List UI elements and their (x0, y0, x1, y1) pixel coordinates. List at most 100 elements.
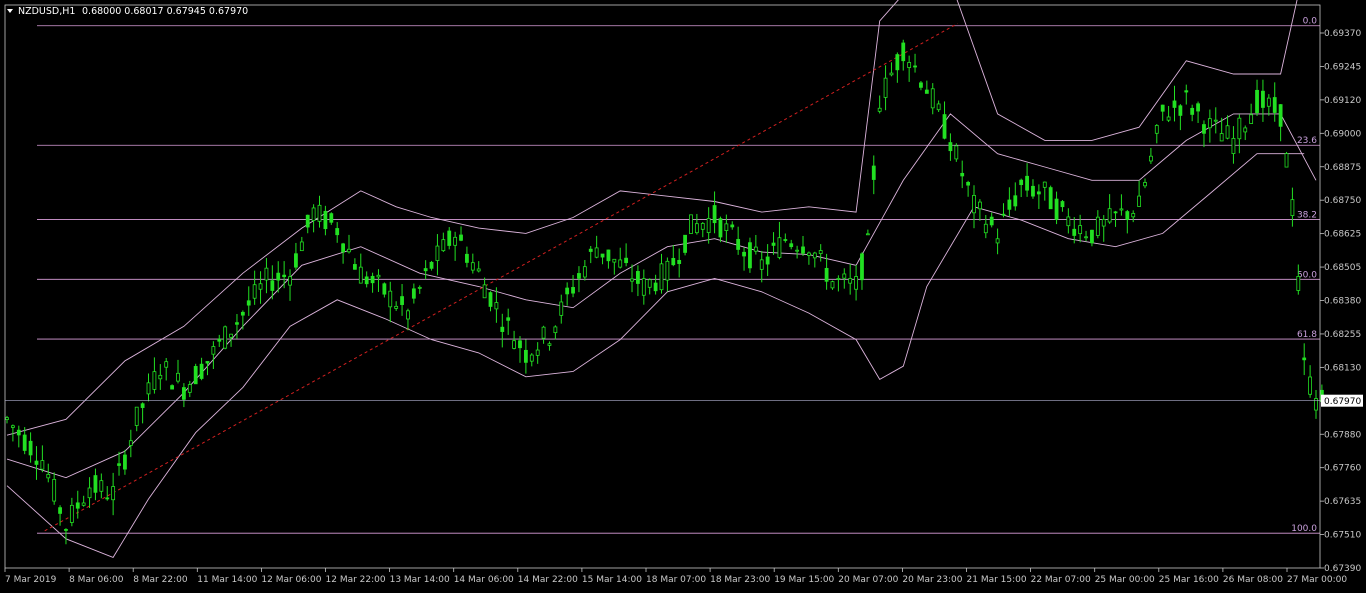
candle-body (146, 382, 151, 395)
current-price-tag: 0.67970 (5, 394, 1363, 407)
candle-body (193, 366, 198, 385)
candle-body (1296, 276, 1301, 291)
candle-body (1261, 90, 1265, 108)
candle-body (1166, 116, 1171, 121)
candle-body (706, 218, 711, 234)
candle-body (1149, 155, 1153, 162)
candle-body (694, 223, 699, 234)
x-tick-label: 22 Mar 07:00 (1031, 575, 1091, 585)
y-tick-label: 0.67880 (1324, 430, 1361, 440)
candle-body (983, 223, 988, 234)
candle-body (541, 326, 546, 339)
y-tick-label: 0.68625 (1324, 230, 1361, 240)
candle-body (807, 252, 811, 256)
chart-area[interactable]: 0.0 23.6 38.2 50.0 61.8 100.0 0.69370 0.69245 0… (0, 0, 1366, 593)
x-tick-label: 12 Mar 22:00 (326, 575, 386, 585)
x-tick-label: 14 Mar 06:00 (454, 575, 514, 585)
candle-body (411, 288, 416, 299)
x-tick-label: 14 Mar 22:00 (518, 575, 578, 585)
candle-body (1184, 90, 1189, 93)
candle-body (1007, 199, 1012, 210)
candle-body (211, 346, 216, 355)
candle-body (559, 301, 564, 316)
candle-body (565, 287, 570, 295)
x-tick-label: 25 Mar 00:00 (1095, 575, 1155, 585)
y-tick-label: 0.68875 (1324, 163, 1361, 173)
y-tick-label: 0.69000 (1324, 129, 1361, 139)
candle-body (600, 253, 605, 258)
trend-line[interactable] (44, 23, 958, 532)
candle-body (895, 54, 900, 71)
candle-body (341, 243, 345, 253)
candle-body (400, 296, 404, 305)
fibonacci-levels[interactable]: 0.023.638.250.061.8100.0 (37, 17, 1320, 534)
candle-body (877, 107, 882, 112)
candle-body (199, 363, 204, 379)
candle-body (246, 300, 251, 306)
candle-body (753, 246, 758, 252)
candle-body (1219, 133, 1224, 142)
candle-body (1095, 216, 1100, 236)
candle-body (972, 195, 976, 214)
candle-body (547, 343, 552, 346)
candle-body (5, 417, 9, 420)
candle-body (529, 354, 534, 362)
candle-body (81, 502, 86, 506)
candle-body (700, 223, 705, 230)
candle-body (441, 239, 446, 252)
y-tick-label: 0.68130 (1324, 363, 1361, 373)
candle-body (1202, 124, 1206, 134)
candle-body (795, 249, 800, 252)
candle-body (1266, 97, 1271, 107)
candle-body (1278, 104, 1283, 127)
candle-body (1113, 211, 1118, 214)
x-tick-label: 18 Mar 07:00 (646, 575, 706, 585)
x-tick-label: 13 Mar 14:00 (390, 575, 450, 585)
candle-body (16, 429, 21, 436)
candle-body (647, 279, 652, 288)
candle-body (64, 529, 68, 531)
candle-body (630, 278, 634, 282)
symbol-label: NZDUSD,H1 (18, 6, 75, 17)
candle-body (1154, 125, 1159, 134)
candle-body (1172, 100, 1177, 108)
candle-body (1072, 228, 1077, 236)
candle-body (860, 253, 864, 281)
candle-body (87, 487, 92, 499)
x-tick-label: 19 Mar 15:00 (774, 575, 834, 585)
candle-body (1178, 105, 1183, 116)
candle-body (1084, 236, 1088, 239)
price-chart[interactable]: 0.023.638.250.061.8100.0 0.693700.692450… (0, 0, 1366, 593)
candle-body (282, 274, 287, 278)
candle-body (176, 372, 180, 382)
candle-body (830, 281, 835, 289)
triangle-down-icon[interactable] (7, 9, 13, 13)
ohlc-values: 0.68000 0.68017 0.67945 0.67970 (82, 6, 248, 17)
candle-body (523, 349, 528, 363)
candle-body (352, 264, 357, 270)
x-tick-label: 12 Mar 06:00 (261, 575, 321, 585)
candle-body (889, 72, 894, 76)
candle-body (594, 247, 599, 258)
candle-body (1054, 198, 1059, 220)
candle-body (1255, 89, 1259, 114)
candle-body (453, 236, 458, 246)
candle-body (500, 326, 505, 332)
price-axis[interactable]: 0.69370 0.69245 0.69120 0.69000 0.68875 0.687… (1320, 29, 1361, 574)
candlesticks (5, 39, 1324, 545)
candle-body (1125, 211, 1130, 220)
candle-body (347, 248, 351, 253)
candle-body (117, 463, 121, 466)
candle-body (111, 486, 116, 501)
candle-body (288, 276, 292, 286)
candle-body (1237, 117, 1242, 140)
candle-body (712, 205, 717, 224)
candle-body (335, 228, 340, 236)
time-axis[interactable]: 7 Mar 2019 8 Mar 06:00 8 Mar 22:00 11 Mar 1… (4, 568, 1347, 585)
candle-body (423, 268, 428, 272)
candle-body (742, 251, 746, 257)
candle-body (948, 142, 953, 152)
candle-body (10, 425, 15, 428)
x-tick-label: 21 Mar 15:00 (967, 575, 1027, 585)
candle-body (618, 259, 623, 268)
